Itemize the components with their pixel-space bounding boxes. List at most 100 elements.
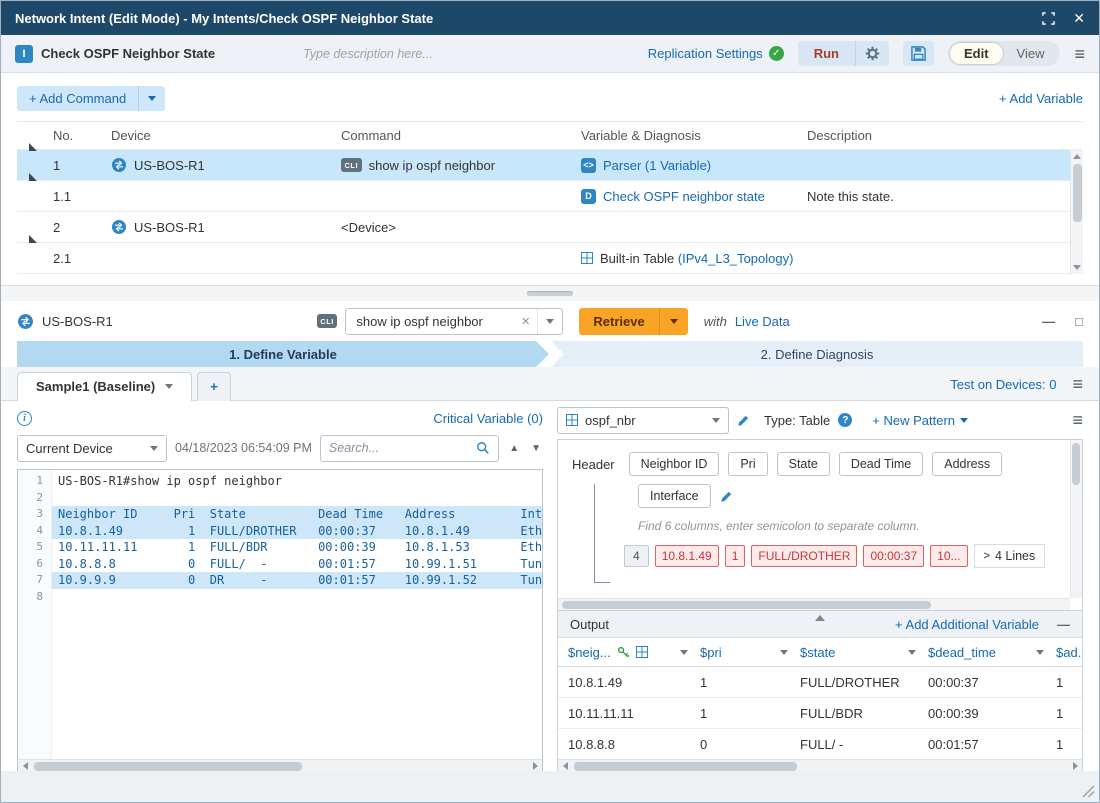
add-command-dropdown-icon[interactable] [138,86,165,111]
add-variable-link[interactable]: + Add Variable [999,91,1083,106]
add-sample-tab-button[interactable]: + [197,372,231,401]
header-field-dead-time[interactable]: Dead Time [839,452,923,476]
table-row-1-1[interactable]: 1.1 D Check OSPF neighbor state Note thi… [17,181,1083,212]
variable-select[interactable]: ospf_nbr [557,407,729,434]
tab-sample1-baseline[interactable]: Sample1 (Baseline) [17,372,192,401]
scrollbar-thumb[interactable] [34,762,302,771]
intent-toolbar: I Check OSPF Neighbor State Replication … [1,35,1099,73]
add-command-label[interactable]: + Add Command [17,86,138,111]
command-combobox[interactable]: show ip ospf neighbor ✕ [345,308,563,335]
source-device-select[interactable]: Current Device [17,435,167,462]
edit-variable-pencil-icon[interactable] [737,414,750,427]
header-field-neighbor-id[interactable]: Neighbor ID [629,452,720,476]
window-close-icon[interactable]: ✕ [1073,11,1085,25]
critical-variable-link[interactable]: Critical Variable (0) [433,411,543,426]
commands-vertical-scrollbar[interactable] [1070,150,1083,274]
edit-mode-button[interactable]: Edit [950,43,1003,64]
cell: FULL/ - [800,737,928,752]
scroll-left-icon[interactable] [18,762,32,770]
find-previous-icon[interactable]: ▲ [509,443,519,454]
live-data-link[interactable]: Live Data [735,314,790,329]
scroll-right-icon[interactable] [528,762,542,770]
splitter-grip[interactable] [527,291,573,296]
variable-type-label: Type: Table [764,413,830,428]
pattern-vertical-scrollbar[interactable] [1070,440,1082,598]
table-row-2-1[interactable]: 2.1 Built-in Table (IPv4_L3_Topology) [17,243,1083,274]
retrieve-dropdown-icon[interactable] [659,308,688,335]
run-button[interactable]: Run [798,41,855,66]
commands-table: No. Device Command Variable & Diagnosis … [17,121,1083,274]
column-dropdown-icon[interactable] [680,650,688,655]
table-row-1[interactable]: 1 US-BOS-R1 CLI show ip ospf neighbor <>… [17,150,1083,181]
matched-value-address[interactable]: 10... [930,545,967,567]
output-row[interactable]: 10.8.1.49 1 FULL/DROTHER 00:00:37 1 [558,667,1082,698]
col-no: No. [53,128,111,143]
header-field-address[interactable]: Address [932,452,1002,476]
step-define-variable[interactable]: 1. Define Variable [17,341,549,367]
retrieve-button[interactable]: Retrieve [579,308,658,335]
matched-value-state[interactable]: FULL/DROTHER [751,545,857,567]
column-dropdown-icon[interactable] [1036,650,1044,655]
row1-expander-icon[interactable] [29,158,37,181]
horizontal-splitter[interactable] [1,286,1099,301]
matched-value-pri[interactable]: 1 [725,545,746,567]
step-define-diagnosis[interactable]: 2. Define Diagnosis [551,341,1083,367]
tabs-menu-icon[interactable]: ≡ [1072,375,1083,393]
header-field-pri[interactable]: Pri [728,452,767,476]
replication-settings-link[interactable]: Replication Settings [648,46,763,61]
matched-value-dead-time[interactable]: 00:00:37 [863,545,924,567]
description-input[interactable] [303,47,523,61]
row21-table-link[interactable]: (IPv4_L3_Topology) [678,251,794,266]
search-icon[interactable] [476,441,490,455]
command-dropdown-icon[interactable] [538,309,562,334]
test-on-devices-link[interactable]: Test on Devices: 0 [950,377,1056,392]
device-icon [111,157,127,173]
tab-dropdown-icon[interactable] [165,384,173,389]
scrollbar-thumb[interactable] [1072,443,1080,485]
row2-expander-icon[interactable] [29,220,37,243]
clear-command-icon[interactable]: ✕ [514,315,537,328]
window-maximize-icon[interactable] [1042,12,1055,25]
matched-lines-expander[interactable]: > 4 Lines [974,544,1046,568]
view-mode-button[interactable]: View [1003,43,1059,64]
column-dropdown-icon[interactable] [780,650,788,655]
info-icon[interactable]: i [17,411,32,426]
scroll-up-icon[interactable] [1073,154,1081,159]
sample-text-editor[interactable]: 1US-BOS-R1#show ip ospf neighbor 2 3Neig… [17,469,543,773]
help-icon[interactable]: ? [838,413,852,427]
pattern-horizontal-scrollbar[interactable] [558,598,1070,610]
row1-parser-link[interactable]: Parser (1 Variable) [603,158,711,173]
edit-header-pencil-icon[interactable] [720,490,733,503]
expand-all-icon[interactable] [29,128,37,151]
new-pattern-dropdown-icon[interactable] [960,418,968,423]
scroll-left-icon[interactable] [558,762,572,770]
new-pattern-link[interactable]: + New Pattern [872,413,955,428]
header-field-interface[interactable]: Interface [638,484,711,508]
panel-minimize-icon[interactable]: — [1042,314,1055,329]
run-settings-gear-icon[interactable] [855,41,889,66]
header-field-state[interactable]: State [777,452,830,476]
scroll-right-icon[interactable] [1068,762,1082,770]
column-dropdown-icon[interactable] [908,650,916,655]
scrollbar-thumb[interactable] [1073,164,1082,222]
scrollbar-thumb[interactable] [562,601,931,609]
scroll-down-icon[interactable] [1073,265,1081,270]
output-row[interactable]: 10.8.8.8 0 FULL/ - 00:01:57 1 [558,729,1082,759]
matched-value-neighbor-id[interactable]: 10.8.1.49 [655,545,719,567]
table-row-2[interactable]: 2 US-BOS-R1 <Device> [17,212,1083,243]
row11-diagnosis-link[interactable]: Check OSPF neighbor state [603,189,765,204]
output-row[interactable]: 10.11.11.11 1 FULL/BDR 00:00:39 1 [558,698,1082,729]
panel-maximize-icon[interactable]: □ [1075,314,1083,329]
window-resize-grip[interactable] [1081,784,1095,798]
search-input[interactable] [329,441,476,455]
scrollbar-thumb[interactable] [574,762,797,771]
add-additional-variable-link[interactable]: + Add Additional Variable [895,617,1039,632]
find-next-icon[interactable]: ▼ [531,443,541,454]
sample-tabs-bar: Sample1 (Baseline) + Test on Devices: 0 … [1,367,1099,401]
save-button[interactable] [903,41,934,66]
pattern-menu-icon[interactable]: ≡ [1072,411,1083,429]
row1-device: US-BOS-R1 [134,158,205,173]
collapse-output-icon[interactable] [815,615,825,621]
toolbar-menu-icon[interactable]: ≡ [1074,45,1085,63]
output-minimize-icon[interactable]: — [1057,617,1070,632]
